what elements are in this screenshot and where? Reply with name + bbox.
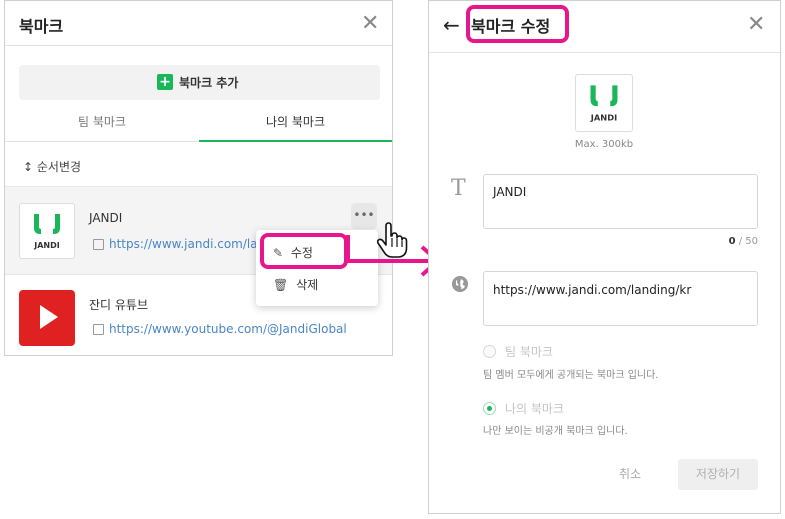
bookmark-url-link[interactable]: https://www.youtube.com/@JandiGlobal — [109, 322, 347, 336]
radio-my-bookmark[interactable] — [483, 402, 496, 415]
bookmark-name: 잔디 유튜브 — [89, 298, 149, 312]
divider — [429, 52, 780, 53]
char-count-max: / 50 — [735, 236, 758, 247]
char-count-current: 0 — [728, 236, 736, 247]
add-bookmark-label: 북마크 추가 — [179, 76, 239, 90]
text-icon: T — [451, 176, 466, 201]
youtube-logo — [19, 290, 75, 346]
tab-my-bookmarks[interactable]: 나의 북마크 — [199, 113, 392, 130]
add-bookmark-button[interactable]: + 북마크 추가 — [19, 65, 380, 100]
save-button[interactable]: 저장하기 — [678, 459, 758, 490]
jandi-logo-text: JANDI — [590, 113, 617, 123]
menu-item-delete-label: 삭제 — [296, 278, 319, 292]
radio-team-label: 팀 북마크 — [505, 345, 553, 359]
radio-team-description: 팀 멤버 모두에게 공개되는 북마크 입니다. — [483, 370, 659, 381]
jandi-logo-mark: JANDI — [590, 85, 618, 123]
bookmark-name: JANDI — [89, 211, 123, 225]
plus-icon: + — [157, 74, 173, 90]
external-link-icon — [93, 324, 104, 335]
reorder-label: 순서변경 — [36, 160, 82, 174]
radio-my-description: 나만 보이는 비공개 북마크 입니다. — [483, 426, 628, 437]
highlight-box — [260, 233, 348, 269]
radio-my-label: 나의 북마크 — [505, 402, 565, 416]
close-icon[interactable]: ✕ — [361, 13, 379, 35]
jandi-logo-mark: JANDI — [33, 214, 60, 250]
hand-cursor-icon — [376, 222, 408, 258]
bookmark-name-input[interactable] — [483, 174, 758, 229]
menu-item-delete[interactable]: 🗑 삭제 — [273, 276, 318, 293]
trash-icon: 🗑 — [273, 278, 289, 292]
external-link-icon — [93, 239, 104, 250]
sort-icon: ↕ — [23, 160, 34, 174]
close-icon[interactable]: ✕ — [747, 14, 765, 36]
reorder-button[interactable]: ↕ 순서변경 — [23, 158, 81, 175]
max-size-hint: Max. 300kb — [574, 139, 634, 150]
radio-selected-dot — [487, 406, 492, 411]
active-tab-indicator — [199, 140, 392, 142]
radio-team-bookmark[interactable] — [483, 345, 496, 358]
bookmark-url-input[interactable] — [483, 271, 758, 326]
char-counter: 0 / 50 — [708, 236, 758, 247]
globe-icon — [452, 276, 468, 292]
jandi-logo: JANDI — [19, 203, 75, 259]
bookmark-url-value: https://www.jandi.com/landing/kr — [493, 283, 692, 297]
divider — [5, 45, 392, 46]
play-icon — [40, 305, 58, 329]
jandi-logo-text: JANDI — [33, 241, 60, 250]
bookmark-url-link[interactable]: https://www.jandi.com/landing/kr — [109, 237, 259, 251]
back-arrow-icon[interactable]: ← — [443, 13, 460, 37]
highlight-box — [466, 5, 569, 43]
bookmark-name-value: JANDI — [493, 185, 527, 199]
panel-title: 북마크 — [19, 17, 64, 36]
tab-team-bookmarks[interactable]: 팀 북마크 — [5, 113, 199, 130]
bookmark-logo-upload[interactable]: JANDI — [575, 74, 633, 132]
cancel-button[interactable]: 취소 — [606, 459, 654, 489]
